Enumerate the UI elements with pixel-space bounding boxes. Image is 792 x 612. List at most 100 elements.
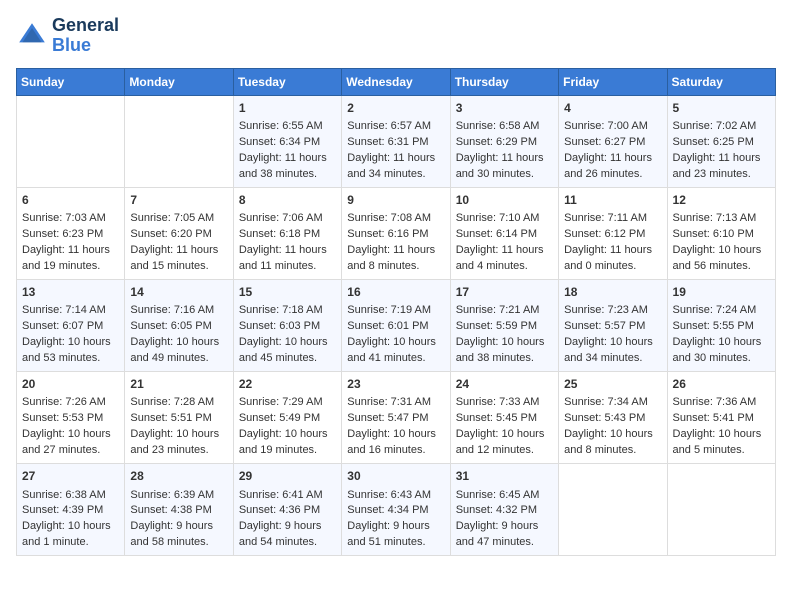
day-info: Sunset: 6:01 PM <box>347 319 444 335</box>
day-info: Sunset: 6:07 PM <box>22 319 119 335</box>
day-info: and 8 minutes. <box>564 443 661 459</box>
day-info: and 19 minutes. <box>22 259 119 275</box>
day-number: 21 <box>130 376 227 393</box>
day-info: Daylight: 10 hours <box>130 427 227 443</box>
day-info: Sunrise: 7:08 AM <box>347 211 444 227</box>
day-info: Daylight: 11 hours <box>22 243 119 259</box>
calendar-cell <box>17 95 125 187</box>
day-info: Sunset: 5:43 PM <box>564 411 661 427</box>
calendar-week-row: 6Sunrise: 7:03 AMSunset: 6:23 PMDaylight… <box>17 187 776 279</box>
day-info: Daylight: 10 hours <box>22 427 119 443</box>
day-info: and 8 minutes. <box>347 259 444 275</box>
calendar-cell: 17Sunrise: 7:21 AMSunset: 5:59 PMDayligh… <box>450 279 558 371</box>
day-info: and 34 minutes. <box>564 351 661 367</box>
day-info: Daylight: 11 hours <box>347 151 444 167</box>
calendar-cell: 8Sunrise: 7:06 AMSunset: 6:18 PMDaylight… <box>233 187 341 279</box>
day-info: Daylight: 9 hours <box>347 519 444 535</box>
day-number: 8 <box>239 192 336 209</box>
day-info: Sunset: 5:49 PM <box>239 411 336 427</box>
calendar-week-row: 13Sunrise: 7:14 AMSunset: 6:07 PMDayligh… <box>17 279 776 371</box>
day-info: Sunset: 5:55 PM <box>673 319 770 335</box>
day-info: Daylight: 10 hours <box>673 427 770 443</box>
calendar-cell <box>559 464 667 556</box>
day-info: Daylight: 10 hours <box>564 427 661 443</box>
calendar-cell: 13Sunrise: 7:14 AMSunset: 6:07 PMDayligh… <box>17 279 125 371</box>
day-info: Sunset: 6:25 PM <box>673 135 770 151</box>
day-number: 15 <box>239 284 336 301</box>
day-info: Sunset: 6:10 PM <box>673 227 770 243</box>
day-number: 23 <box>347 376 444 393</box>
day-info: Sunrise: 7:06 AM <box>239 211 336 227</box>
calendar-cell: 12Sunrise: 7:13 AMSunset: 6:10 PMDayligh… <box>667 187 775 279</box>
day-info: Sunrise: 6:41 AM <box>239 488 336 504</box>
calendar-cell: 24Sunrise: 7:33 AMSunset: 5:45 PMDayligh… <box>450 372 558 464</box>
day-info: Daylight: 10 hours <box>673 243 770 259</box>
day-info: Sunrise: 7:26 AM <box>22 395 119 411</box>
calendar-cell: 26Sunrise: 7:36 AMSunset: 5:41 PMDayligh… <box>667 372 775 464</box>
day-info: Sunset: 5:53 PM <box>22 411 119 427</box>
day-info: Sunrise: 7:10 AM <box>456 211 553 227</box>
day-info: Sunrise: 6:58 AM <box>456 119 553 135</box>
calendar-week-row: 27Sunrise: 6:38 AMSunset: 4:39 PMDayligh… <box>17 464 776 556</box>
day-info: Sunset: 4:36 PM <box>239 503 336 519</box>
day-info: Sunrise: 7:02 AM <box>673 119 770 135</box>
day-info: Daylight: 11 hours <box>564 243 661 259</box>
day-info: Sunset: 5:57 PM <box>564 319 661 335</box>
day-info: and 27 minutes. <box>22 443 119 459</box>
day-info: and 1 minute. <box>22 535 119 551</box>
calendar-cell <box>667 464 775 556</box>
day-info: Sunset: 6:05 PM <box>130 319 227 335</box>
day-info: Sunset: 6:27 PM <box>564 135 661 151</box>
calendar-cell: 22Sunrise: 7:29 AMSunset: 5:49 PMDayligh… <box>233 372 341 464</box>
day-info: Sunrise: 7:36 AM <box>673 395 770 411</box>
day-info: and 49 minutes. <box>130 351 227 367</box>
day-info: Sunrise: 7:03 AM <box>22 211 119 227</box>
calendar-cell: 28Sunrise: 6:39 AMSunset: 4:38 PMDayligh… <box>125 464 233 556</box>
day-info: Daylight: 9 hours <box>130 519 227 535</box>
day-info: Daylight: 11 hours <box>456 151 553 167</box>
calendar-cell: 19Sunrise: 7:24 AMSunset: 5:55 PMDayligh… <box>667 279 775 371</box>
weekday-header: Sunday <box>17 68 125 95</box>
day-info: Sunset: 6:18 PM <box>239 227 336 243</box>
calendar-cell: 10Sunrise: 7:10 AMSunset: 6:14 PMDayligh… <box>450 187 558 279</box>
day-info: and 30 minutes. <box>456 167 553 183</box>
day-info: Daylight: 10 hours <box>456 427 553 443</box>
day-number: 1 <box>239 100 336 117</box>
calendar-cell: 15Sunrise: 7:18 AMSunset: 6:03 PMDayligh… <box>233 279 341 371</box>
day-info: and 23 minutes. <box>130 443 227 459</box>
calendar-cell: 1Sunrise: 6:55 AMSunset: 6:34 PMDaylight… <box>233 95 341 187</box>
weekday-header: Saturday <box>667 68 775 95</box>
calendar-table: SundayMondayTuesdayWednesdayThursdayFrid… <box>16 68 776 557</box>
calendar-cell: 3Sunrise: 6:58 AMSunset: 6:29 PMDaylight… <box>450 95 558 187</box>
day-info: Sunset: 6:23 PM <box>22 227 119 243</box>
day-info: and 41 minutes. <box>347 351 444 367</box>
day-number: 30 <box>347 468 444 485</box>
day-info: and 51 minutes. <box>347 535 444 551</box>
day-info: and 0 minutes. <box>564 259 661 275</box>
day-info: Sunset: 4:38 PM <box>130 503 227 519</box>
day-info: Daylight: 10 hours <box>130 335 227 351</box>
day-info: Daylight: 10 hours <box>673 335 770 351</box>
calendar-cell: 20Sunrise: 7:26 AMSunset: 5:53 PMDayligh… <box>17 372 125 464</box>
calendar-cell: 29Sunrise: 6:41 AMSunset: 4:36 PMDayligh… <box>233 464 341 556</box>
day-info: and 54 minutes. <box>239 535 336 551</box>
day-info: Daylight: 11 hours <box>456 243 553 259</box>
day-number: 16 <box>347 284 444 301</box>
day-info: Sunrise: 6:43 AM <box>347 488 444 504</box>
day-number: 28 <box>130 468 227 485</box>
weekday-header: Monday <box>125 68 233 95</box>
day-info: Sunrise: 6:38 AM <box>22 488 119 504</box>
calendar-cell: 27Sunrise: 6:38 AMSunset: 4:39 PMDayligh… <box>17 464 125 556</box>
day-info: Sunrise: 7:23 AM <box>564 303 661 319</box>
day-info: Daylight: 11 hours <box>673 151 770 167</box>
day-info: and 4 minutes. <box>456 259 553 275</box>
day-number: 22 <box>239 376 336 393</box>
calendar-cell: 30 Sunrise: 6:43 AMSunset: 4:34 PMDayligh… <box>342 464 450 556</box>
day-info: Daylight: 10 hours <box>22 335 119 351</box>
day-number: 26 <box>673 376 770 393</box>
day-info: Daylight: 10 hours <box>22 519 119 535</box>
day-number: 9 <box>347 192 444 209</box>
day-info: Sunset: 4:34 PM <box>347 503 444 519</box>
day-number: 31 <box>456 468 553 485</box>
day-info: Sunset: 6:31 PM <box>347 135 444 151</box>
